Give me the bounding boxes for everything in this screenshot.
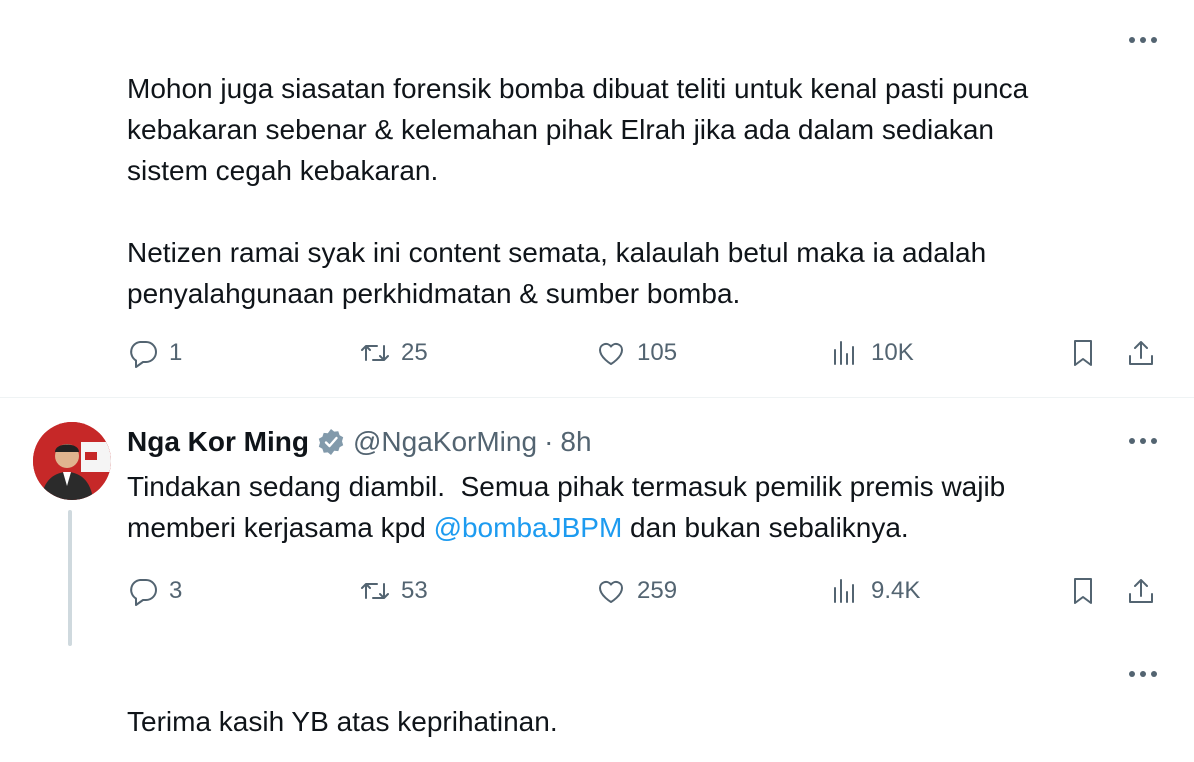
- more-horizontal-icon: [1129, 37, 1157, 43]
- like-button[interactable]: 105: [595, 333, 677, 373]
- more-horizontal-icon: [1129, 438, 1157, 444]
- reply-bubble-icon: [130, 341, 157, 368]
- tweet-text: Tindakan sedang diambil. Semua pihak ter…: [127, 466, 1157, 548]
- analytics-bars-icon: [834, 579, 854, 603]
- tweet-text: Mohon juga siasatan forensik bomba dibua…: [127, 73, 1029, 309]
- bookmark-button[interactable]: [1067, 571, 1109, 611]
- like-count: 105: [637, 339, 678, 366]
- thread-line: [68, 510, 72, 646]
- reply-count: 1: [169, 339, 183, 366]
- retweet-button[interactable]: 25: [359, 333, 428, 373]
- more-horizontal-icon: [1129, 671, 1157, 677]
- separator-dot: ·: [544, 426, 554, 457]
- views-button[interactable]: 9.4K: [829, 571, 920, 611]
- bookmark-icon: [1074, 578, 1092, 604]
- timestamp[interactable]: 8h: [560, 426, 591, 458]
- more-options-button[interactable]: [1128, 437, 1158, 457]
- tweet-divider: [0, 397, 1194, 398]
- tweet-text-part: dan bukan sebaliknya.: [622, 512, 909, 543]
- heart-icon: [598, 342, 624, 365]
- share-button[interactable]: [1125, 333, 1167, 373]
- display-name[interactable]: Nga Kor Ming: [127, 426, 309, 458]
- bookmark-icon: [1074, 340, 1092, 366]
- views-count: 9.4K: [871, 577, 921, 604]
- user-handle[interactable]: @NgaKorMing: [353, 426, 537, 458]
- retweet-count: 25: [401, 339, 428, 366]
- verified-badge-icon: [318, 429, 344, 455]
- tweet-text: Terima kasih YB atas keprihatinan.: [127, 706, 558, 737]
- like-button[interactable]: 259: [595, 571, 677, 611]
- like-count: 259: [637, 577, 678, 604]
- retweet-count: 53: [401, 577, 428, 604]
- share-upload-icon: [1129, 341, 1153, 365]
- reply-button[interactable]: 1: [127, 333, 182, 373]
- avatar[interactable]: [33, 422, 111, 500]
- reply-count: 3: [169, 577, 183, 604]
- reply-bubble-icon: [130, 579, 157, 606]
- analytics-bars-icon: [834, 341, 854, 365]
- tweet-actions: 3 53 259 9.4K: [127, 571, 1162, 611]
- views-button[interactable]: 10K: [829, 333, 914, 373]
- tweet-actions: 1 25 105 10K: [127, 333, 1162, 373]
- mention-link[interactable]: @bombaJBPM: [434, 512, 623, 543]
- retweet-icon: [361, 583, 389, 599]
- more-options-button[interactable]: [1128, 36, 1158, 56]
- retweet-button[interactable]: 53: [359, 571, 428, 611]
- avatar-photo-icon: [33, 422, 111, 500]
- views-count: 10K: [871, 339, 914, 366]
- more-options-button[interactable]: [1128, 670, 1158, 690]
- share-button[interactable]: [1125, 571, 1167, 611]
- share-upload-icon: [1129, 579, 1153, 603]
- heart-icon: [598, 580, 624, 603]
- reply-button[interactable]: 3: [127, 571, 182, 611]
- tweet-header: Nga Kor Ming @NgaKorMing · 8h: [127, 422, 592, 462]
- bookmark-button[interactable]: [1067, 333, 1109, 373]
- retweet-icon: [361, 345, 389, 361]
